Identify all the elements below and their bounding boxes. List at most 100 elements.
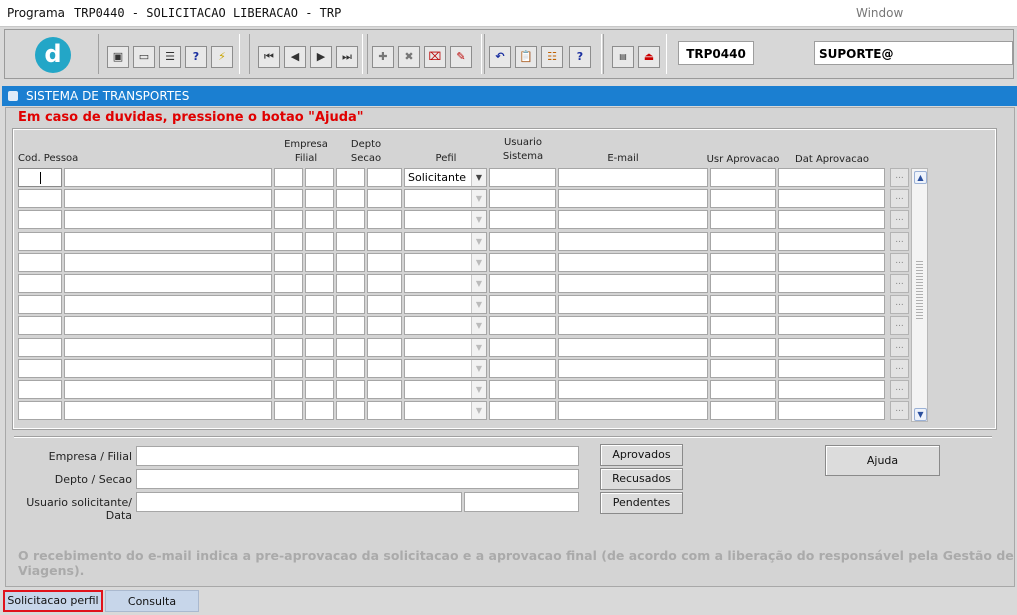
nome-pessoa-cell[interactable]	[64, 295, 272, 315]
delete-record-icon[interactable]: ✖	[398, 46, 420, 68]
cod-pessoa-cell[interactable]	[18, 337, 62, 357]
usuario-sistema-cell[interactable]	[489, 168, 556, 187]
empresa-cell[interactable]	[274, 168, 303, 187]
perfil-select[interactable]: ▼	[404, 274, 487, 293]
nome-pessoa-cell[interactable]	[64, 252, 272, 272]
list-values-icon[interactable]: ☷	[541, 46, 563, 68]
depto-cell[interactable]	[336, 380, 365, 399]
filial-cell[interactable]	[305, 337, 334, 357]
undo-icon[interactable]: ↶	[489, 46, 511, 68]
usr-aprovacao-cell[interactable]	[710, 337, 776, 357]
filial-cell[interactable]	[305, 358, 334, 378]
lov-button[interactable]: ...	[890, 337, 909, 357]
perfil-select[interactable]: ▼	[404, 210, 487, 230]
lov-button[interactable]: ...	[890, 274, 909, 293]
chevron-down-icon[interactable]: ▼	[471, 190, 486, 208]
email-cell[interactable]	[558, 358, 708, 378]
lov-button[interactable]: ...	[890, 401, 909, 421]
first-record-icon[interactable]: ⏮	[258, 46, 280, 68]
usr-aprovacao-cell[interactable]	[710, 189, 776, 209]
usr-aprovacao-cell[interactable]	[710, 168, 776, 187]
filial-cell[interactable]	[305, 210, 334, 230]
filial-cell[interactable]	[305, 168, 334, 187]
nome-pessoa-cell[interactable]	[64, 210, 272, 230]
empresa-cell[interactable]	[274, 274, 303, 293]
empresa-cell[interactable]	[274, 252, 303, 272]
last-record-icon[interactable]: ⏭	[336, 46, 358, 68]
usuario-solicitante-field[interactable]	[136, 492, 462, 512]
aprovados-button[interactable]: Aprovados	[600, 444, 683, 466]
chevron-down-icon[interactable]: ▼	[471, 402, 486, 420]
filial-cell[interactable]	[305, 189, 334, 209]
cod-pessoa-cell[interactable]	[18, 295, 62, 315]
perfil-select[interactable]: ▼	[404, 252, 487, 272]
depto-cell[interactable]	[336, 358, 365, 378]
usr-aprovacao-cell[interactable]	[710, 295, 776, 315]
dat-aprovacao-cell[interactable]	[778, 231, 885, 251]
clipboard-icon[interactable]: 📋	[515, 46, 537, 68]
email-cell[interactable]	[558, 380, 708, 399]
depto-cell[interactable]	[336, 295, 365, 315]
secao-cell[interactable]	[367, 358, 402, 378]
empresa-cell[interactable]	[274, 358, 303, 378]
usuario-sistema-cell[interactable]	[489, 316, 556, 336]
usuario-sistema-cell[interactable]	[489, 231, 556, 251]
secao-cell[interactable]	[367, 295, 402, 315]
dat-aprovacao-cell[interactable]	[778, 295, 885, 315]
depto-secao-field[interactable]	[136, 469, 579, 489]
edit-record-icon[interactable]: ✎	[450, 46, 472, 68]
chevron-down-icon[interactable]: ▼	[471, 296, 486, 314]
usr-aprovacao-cell[interactable]	[710, 401, 776, 421]
chevron-down-icon[interactable]: ▼	[471, 232, 486, 250]
secao-cell[interactable]	[367, 231, 402, 251]
dat-aprovacao-cell[interactable]	[778, 274, 885, 293]
tab-consulta[interactable]: Consulta	[105, 590, 199, 612]
grid-scrollbar[interactable]: ▲ ▼	[911, 168, 928, 422]
depto-cell[interactable]	[336, 337, 365, 357]
usuario-sistema-cell[interactable]	[489, 210, 556, 230]
secao-cell[interactable]	[367, 380, 402, 399]
chevron-down-icon[interactable]: ▼	[471, 211, 486, 229]
dat-aprovacao-cell[interactable]	[778, 380, 885, 399]
email-cell[interactable]	[558, 210, 708, 230]
perfil-select[interactable]: ▼	[404, 401, 487, 421]
cod-pessoa-cell[interactable]	[18, 316, 62, 336]
nome-pessoa-cell[interactable]	[64, 316, 272, 336]
chevron-down-icon[interactable]: ▼	[471, 338, 486, 356]
cod-pessoa-cell[interactable]	[18, 274, 62, 293]
empresa-cell[interactable]	[274, 337, 303, 357]
secao-cell[interactable]	[367, 252, 402, 272]
filial-cell[interactable]	[305, 231, 334, 251]
dat-aprovacao-cell[interactable]	[778, 210, 885, 230]
email-cell[interactable]	[558, 274, 708, 293]
cod-pessoa-cell[interactable]	[18, 189, 62, 209]
depto-cell[interactable]	[336, 231, 365, 251]
usr-aprovacao-cell[interactable]	[710, 358, 776, 378]
cod-pessoa-cell[interactable]	[18, 358, 62, 378]
depto-cell[interactable]	[336, 210, 365, 230]
pendentes-button[interactable]: Pendentes	[600, 492, 683, 514]
data-solicitacao-field[interactable]	[464, 492, 579, 512]
email-cell[interactable]	[558, 168, 708, 187]
usuario-sistema-cell[interactable]	[489, 380, 556, 399]
depto-cell[interactable]	[336, 189, 365, 209]
lov-button[interactable]: ...	[890, 358, 909, 378]
chevron-down-icon[interactable]: ▼	[471, 275, 486, 292]
next-record-icon[interactable]: ▶	[310, 46, 332, 68]
lov-button[interactable]: ...	[890, 252, 909, 272]
email-cell[interactable]	[558, 252, 708, 272]
email-cell[interactable]	[558, 231, 708, 251]
depto-cell[interactable]	[336, 274, 365, 293]
empresa-cell[interactable]	[274, 231, 303, 251]
secao-cell[interactable]	[367, 401, 402, 421]
dat-aprovacao-cell[interactable]	[778, 358, 885, 378]
secao-cell[interactable]	[367, 168, 402, 187]
print-icon[interactable]: ☰	[159, 46, 181, 68]
cod-pessoa-cell[interactable]	[18, 380, 62, 399]
perfil-select[interactable]: Solicitante ▼	[404, 168, 487, 187]
cod-pessoa-cell[interactable]	[18, 168, 62, 187]
usuario-sistema-cell[interactable]	[489, 274, 556, 293]
print-preview-icon[interactable]: ▭	[133, 46, 155, 68]
chevron-down-icon[interactable]: ▼	[471, 317, 486, 335]
secao-cell[interactable]	[367, 210, 402, 230]
